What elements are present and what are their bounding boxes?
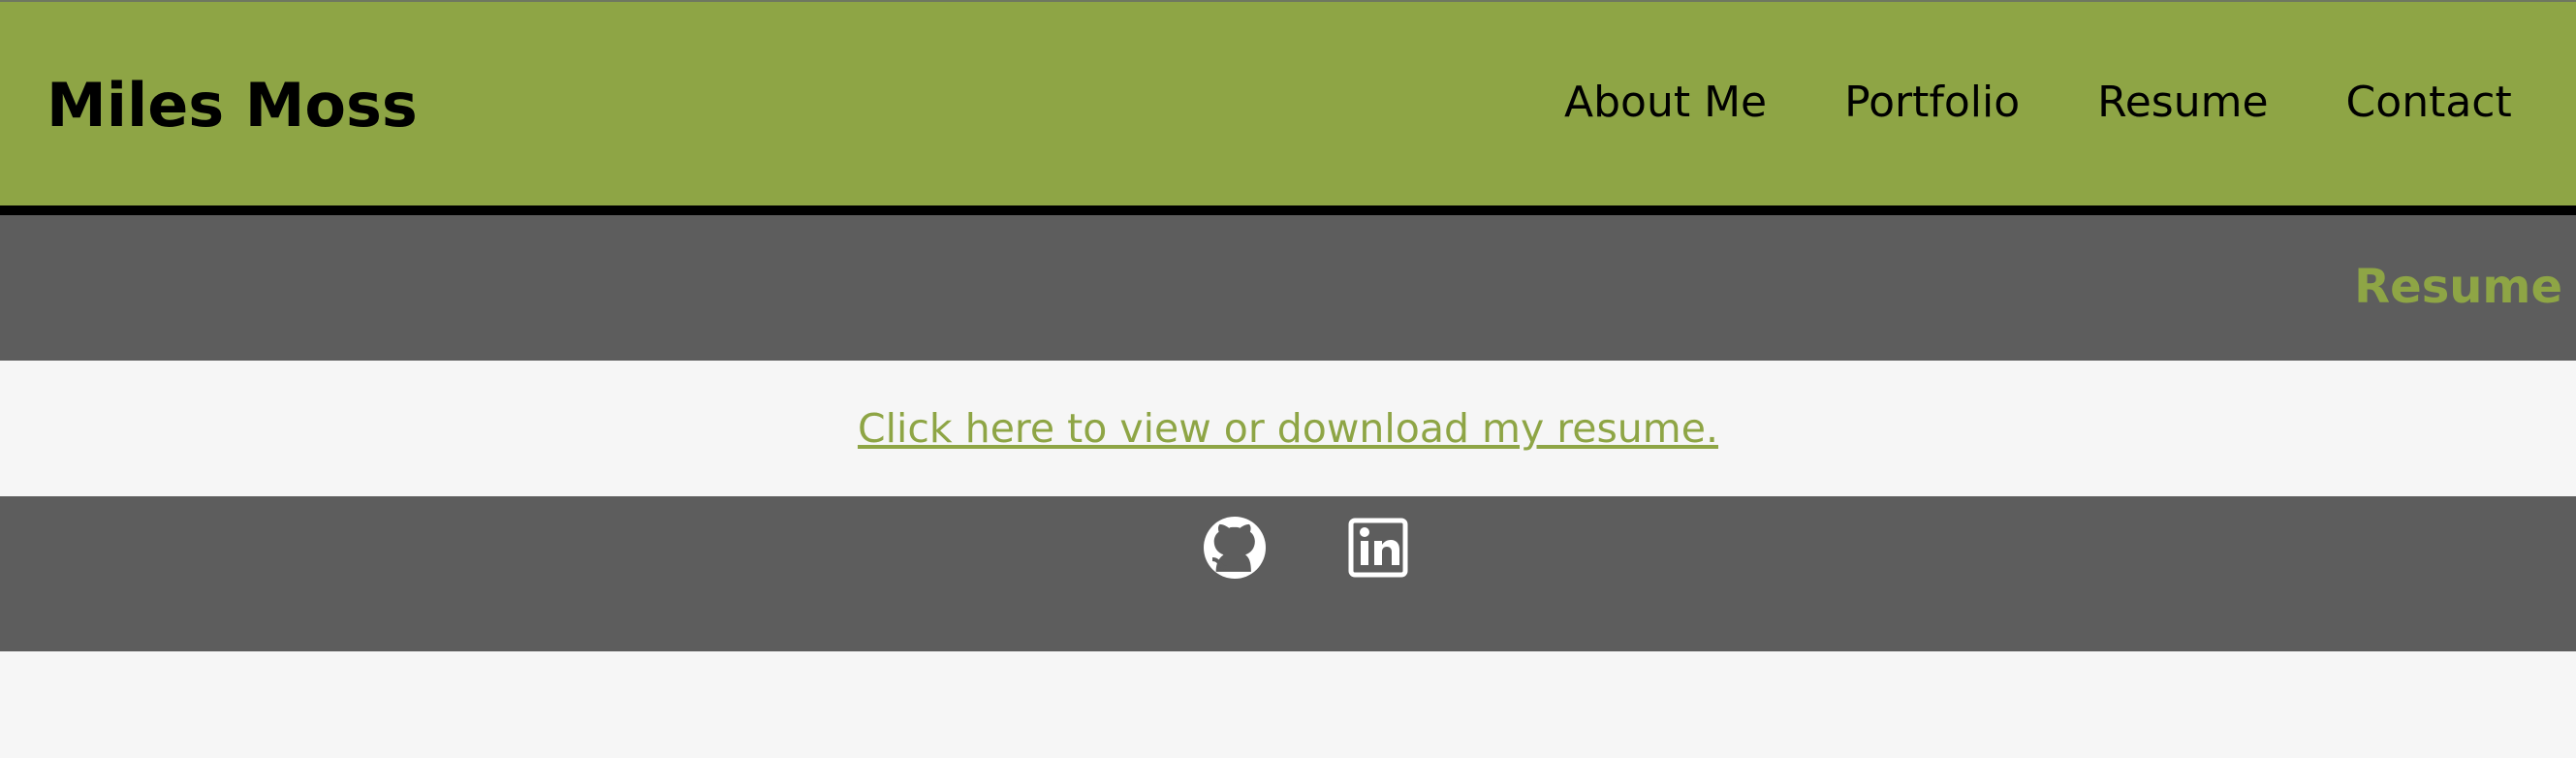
nav-item-resume[interactable]: Resume — [2097, 78, 2268, 127]
linkedin-icon[interactable] — [1346, 516, 1410, 580]
page-bottom-space — [0, 651, 2576, 758]
resume-download-link[interactable]: Click here to view or download my resume… — [858, 405, 1718, 452]
resume-content: Click here to view or download my resume… — [0, 361, 2576, 496]
page-title: Resume — [2354, 260, 2562, 314]
nav-item-contact[interactable]: Contact — [2346, 78, 2512, 127]
main-nav: About Me Portfolio Resume Contact — [1564, 78, 2512, 127]
github-icon[interactable] — [1203, 516, 1267, 580]
section-title-bar: Resume — [0, 215, 2576, 361]
site-footer — [0, 496, 2576, 651]
site-header: Miles Moss About Me Portfolio Resume Con… — [0, 2, 2576, 205]
site-brand[interactable]: Miles Moss — [47, 70, 418, 141]
header-divider — [0, 205, 2576, 215]
nav-item-portfolio[interactable]: Portfolio — [1844, 78, 2020, 127]
nav-item-about-me[interactable]: About Me — [1564, 78, 1767, 127]
